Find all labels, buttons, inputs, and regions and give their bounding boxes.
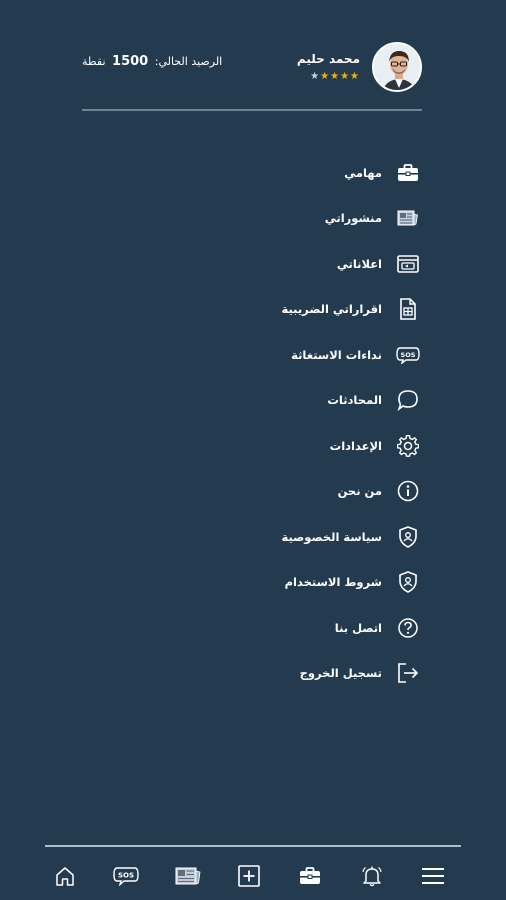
star-icon: ★ xyxy=(350,71,360,82)
menu-item-label: منشوراتي xyxy=(324,211,382,226)
help-icon xyxy=(396,616,420,640)
menu-item-chats[interactable]: المحادثات xyxy=(90,378,420,424)
menu-item-tax-returns[interactable]: اقراراتي الضريبية xyxy=(90,287,420,333)
bell-icon[interactable] xyxy=(359,863,385,889)
star-icon: ★ xyxy=(330,71,341,82)
menu-item-contact-us[interactable]: اتصل بنا xyxy=(90,605,420,651)
info-icon xyxy=(396,479,420,503)
ads-icon xyxy=(396,252,420,276)
briefcase-icon[interactable] xyxy=(297,863,323,889)
menu-item-label: اقراراتي الضريبية xyxy=(281,302,382,317)
add-icon[interactable] xyxy=(236,863,262,889)
menu-item-logout[interactable]: تسجيل الخروج xyxy=(90,651,420,697)
menu-item-label: اعلاناتي xyxy=(336,256,382,271)
balance: الرصيد الحالي: 1500 نقطة xyxy=(82,54,222,69)
menu-item-label: تسجيل الخروج xyxy=(299,666,382,681)
side-menu: مهامي منشوراتي اعلاناتي اقراراتي الضريبي… xyxy=(90,150,420,696)
menu-item-label: شروط الاستخدام xyxy=(284,575,382,590)
menu-item-posts[interactable]: منشوراتي xyxy=(90,196,420,242)
menu-item-settings[interactable]: الإعدادات xyxy=(90,423,420,469)
newspaper-icon[interactable] xyxy=(175,863,201,889)
shield-user-icon xyxy=(396,525,420,549)
chat-bubble-icon xyxy=(396,388,420,412)
user-name: محمد حليم xyxy=(296,52,360,66)
balance-unit: نقطة xyxy=(82,55,106,68)
bottom-nav-divider xyxy=(45,845,461,847)
balance-value: 1500 xyxy=(112,54,149,69)
menu-item-label: اتصل بنا xyxy=(334,620,382,635)
profile-header: محمد حليم ★★★★★ الرصيد الحالي: 1500 نقطة xyxy=(82,40,422,96)
sos-icon[interactable]: SOS xyxy=(113,863,140,889)
menu-item-label: الإعدادات xyxy=(329,438,382,453)
menu-item-ads[interactable]: اعلاناتي xyxy=(90,241,420,287)
rating-stars: ★★★★★ xyxy=(310,71,360,82)
star-icon: ★ xyxy=(320,71,331,82)
shield-user-icon xyxy=(396,570,420,594)
tax-document-icon xyxy=(396,297,420,321)
menu-item-tasks[interactable]: مهامي xyxy=(90,150,420,196)
balance-label: الرصيد الحالي: xyxy=(154,55,223,68)
header-divider xyxy=(82,109,422,111)
menu-item-sos-calls[interactable]: SOS نداءات الاستغاثة xyxy=(90,332,420,378)
menu-item-privacy-policy[interactable]: سياسة الخصوصية xyxy=(90,514,420,560)
svg-text:SOS: SOS xyxy=(401,351,416,359)
newspaper-icon xyxy=(396,206,420,230)
menu-item-about-us[interactable]: من نحن xyxy=(90,469,420,515)
sos-icon: SOS xyxy=(396,343,420,367)
menu-item-terms-of-use[interactable]: شروط الاستخدام xyxy=(90,560,420,606)
star-icon: ★ xyxy=(310,71,321,82)
menu-item-label: من نحن xyxy=(337,484,382,499)
home-icon[interactable] xyxy=(52,863,78,889)
briefcase-icon xyxy=(396,161,420,185)
svg-text:SOS: SOS xyxy=(118,872,134,880)
star-icon: ★ xyxy=(340,71,351,82)
gear-icon xyxy=(396,434,420,458)
menu-item-label: مهامي xyxy=(344,165,382,180)
menu-item-label: سياسة الخصوصية xyxy=(281,529,382,544)
menu-item-label: المحادثات xyxy=(327,393,382,408)
avatar[interactable] xyxy=(372,42,422,92)
hamburger-menu-icon[interactable] xyxy=(420,863,446,889)
menu-item-label: نداءات الاستغاثة xyxy=(291,347,382,362)
logout-icon xyxy=(396,661,420,685)
bottom-nav: SOS xyxy=(52,856,446,896)
